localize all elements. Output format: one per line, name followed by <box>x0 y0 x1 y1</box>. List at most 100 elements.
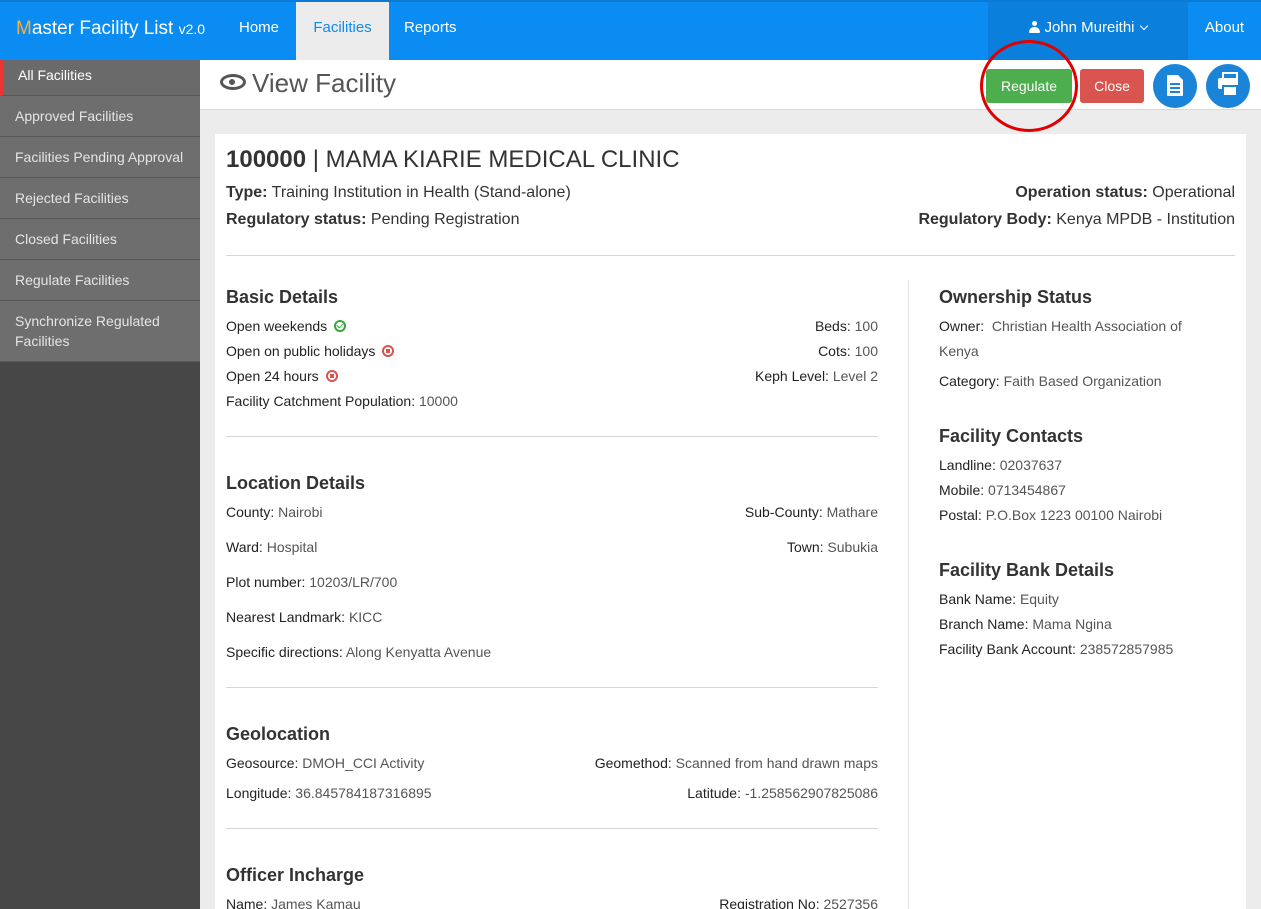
regulatory-body-label: Regulatory Body: <box>918 211 1052 228</box>
ward-value: Hospital <box>266 539 318 555</box>
specific-directions: Specific directions: Along Kenyatta Aven… <box>226 644 491 660</box>
sidebar: All Facilities Approved Facilities Facil… <box>0 60 200 909</box>
sidebar-item-pending-approval[interactable]: Facilities Pending Approval <box>0 137 200 178</box>
print-icon <box>1218 72 1238 97</box>
eye-icon <box>220 74 246 90</box>
geosource-label: Geosource: <box>226 755 299 771</box>
branch-name: Branch Name: Mama Ngina <box>939 616 1112 632</box>
column-divider <box>908 280 909 909</box>
bank-account-value: 238572857985 <box>1079 641 1174 657</box>
nav-about[interactable]: About <box>1188 2 1261 60</box>
sidebar-item-regulate-facilities[interactable]: Regulate Facilities <box>0 260 200 301</box>
bank-account-label: Facility Bank Account: <box>939 641 1076 657</box>
open-holidays: Open on public holidays <box>226 343 395 359</box>
nav-home[interactable]: Home <box>224 2 294 60</box>
plot-number: Plot number: 10203/LR/700 <box>226 574 397 590</box>
top-navbar: Master Facility List v2.0 Home Facilitie… <box>0 0 1261 60</box>
sidebar-item-all-facilities[interactable]: All Facilities <box>0 60 200 96</box>
facility-type-value: Training Institution in Health (Stand-al… <box>271 184 571 201</box>
sub-county-label: Sub-County: <box>744 504 823 520</box>
facility-name: MAMA KIARIE MEDICAL CLINIC <box>325 146 680 173</box>
highlight-circle-annotation <box>980 40 1078 132</box>
category-label: Category: <box>939 373 1000 389</box>
category-value: Faith Based Organization <box>1003 373 1162 389</box>
check-circle-icon <box>334 320 347 332</box>
sidebar-item-rejected-facilities[interactable]: Rejected Facilities <box>0 178 200 219</box>
regulatory-body: Regulatory Body: Kenya MPDB - Institutio… <box>918 211 1235 229</box>
brand-name: aster Facility List <box>31 18 174 39</box>
sub-county: Sub-County: Mathare <box>745 504 878 520</box>
page-title: View Facility <box>220 68 396 99</box>
brand-initial: M <box>16 18 32 39</box>
landline-label: Landline: <box>939 457 996 473</box>
ward-label: Ward: <box>226 539 263 555</box>
branch-name-label: Branch Name: <box>939 616 1029 632</box>
owner-value: Christian Health Association of <box>991 318 1182 334</box>
divider <box>226 828 878 829</box>
sub-county-value: Mathare <box>826 504 878 520</box>
facility-card: 100000 | MAMA KIARIE MEDICAL CLINIC Type… <box>215 134 1246 909</box>
beds-label: Beds: <box>814 318 851 334</box>
latitude: Latitude: -1.258562907825086 <box>687 785 878 801</box>
facility-type-label: Type: <box>226 184 268 201</box>
category: Category: Faith Based Organization <box>939 373 1162 389</box>
officer-name: Name: James Kamau <box>226 896 361 909</box>
officer-incharge-heading: Officer Incharge <box>226 865 365 885</box>
owner-label: Owner: <box>939 318 985 334</box>
landline: Landline: 02037637 <box>939 457 1062 473</box>
geomethod: Geomethod: Scanned from hand drawn maps <box>595 755 878 771</box>
town-label: Town: <box>786 539 824 555</box>
geosource-value: DMOH_CCI Activity <box>302 755 425 771</box>
geosource: Geosource: DMOH_CCI Activity <box>226 755 424 771</box>
divider <box>226 687 878 688</box>
catchment-label: Facility Catchment Population: <box>226 393 416 409</box>
bank-name-label: Bank Name: <box>939 591 1017 607</box>
document-button[interactable] <box>1153 64 1197 108</box>
facility-contacts-heading: Facility Contacts <box>939 426 1084 446</box>
title-separator: | <box>306 146 326 173</box>
print-button[interactable] <box>1206 64 1250 108</box>
branch-name-value: Mama Ngina <box>1032 616 1112 632</box>
geolocation-heading: Geolocation <box>226 724 331 744</box>
sidebar-item-synchronize-regulated[interactable]: Synchronize Regulated Facilities <box>0 301 200 362</box>
bank-account: Facility Bank Account: 238572857985 <box>939 641 1173 657</box>
open-24-hours: Open 24 hours <box>226 368 338 384</box>
user-name: John Mureithi <box>1044 19 1135 36</box>
postal-label: Postal: <box>939 507 982 523</box>
cots: Cots: 100 <box>818 343 878 359</box>
sidebar-item-closed-facilities[interactable]: Closed Facilities <box>0 219 200 260</box>
mobile: Mobile: 0713454867 <box>939 482 1066 498</box>
county-value: Nairobi <box>278 504 323 520</box>
landline-value: 02037637 <box>999 457 1063 473</box>
nav-facilities[interactable]: Facilities <box>296 2 389 60</box>
chevron-down-icon <box>1139 21 1148 31</box>
open-holidays-label: Open on public holidays <box>226 343 376 359</box>
nav-reports[interactable]: Reports <box>389 2 472 60</box>
divider <box>226 436 878 437</box>
close-button[interactable]: Close <box>1080 69 1144 103</box>
open-weekends-label: Open weekends <box>226 318 328 334</box>
landmark-label: Nearest Landmark: <box>226 609 346 625</box>
longitude-label: Longitude: <box>226 785 292 801</box>
ward: Ward: Hospital <box>226 539 317 555</box>
page-title-text: View Facility <box>252 68 397 98</box>
county: County: Nairobi <box>226 504 323 520</box>
open-24-hours-label: Open 24 hours <box>226 368 319 384</box>
postal-value: P.O.Box 1223 00100 Nairobi <box>985 507 1163 523</box>
registration-number-label: Registration No: <box>719 896 820 909</box>
regulatory-status-value: Pending Registration <box>370 211 520 228</box>
postal: Postal: P.O.Box 1223 00100 Nairobi <box>939 507 1162 523</box>
user-icon <box>1029 21 1041 33</box>
plot-number-value: 10203/LR/700 <box>309 574 398 590</box>
facility-title: 100000 | MAMA KIARIE MEDICAL CLINIC <box>226 146 680 174</box>
no-circle-icon <box>382 345 395 357</box>
divider <box>226 255 1235 256</box>
basic-details-heading: Basic Details <box>226 287 339 307</box>
keph-value: Level 2 <box>832 368 878 384</box>
owner-continued: Kenya <box>939 343 979 359</box>
brand-logo[interactable]: Master Facility List v2.0 <box>16 18 205 40</box>
beds-value: 100 <box>854 318 878 334</box>
directions-value: Along Kenyatta Avenue <box>345 644 492 660</box>
latitude-label: Latitude: <box>687 785 741 801</box>
sidebar-item-approved-facilities[interactable]: Approved Facilities <box>0 96 200 137</box>
